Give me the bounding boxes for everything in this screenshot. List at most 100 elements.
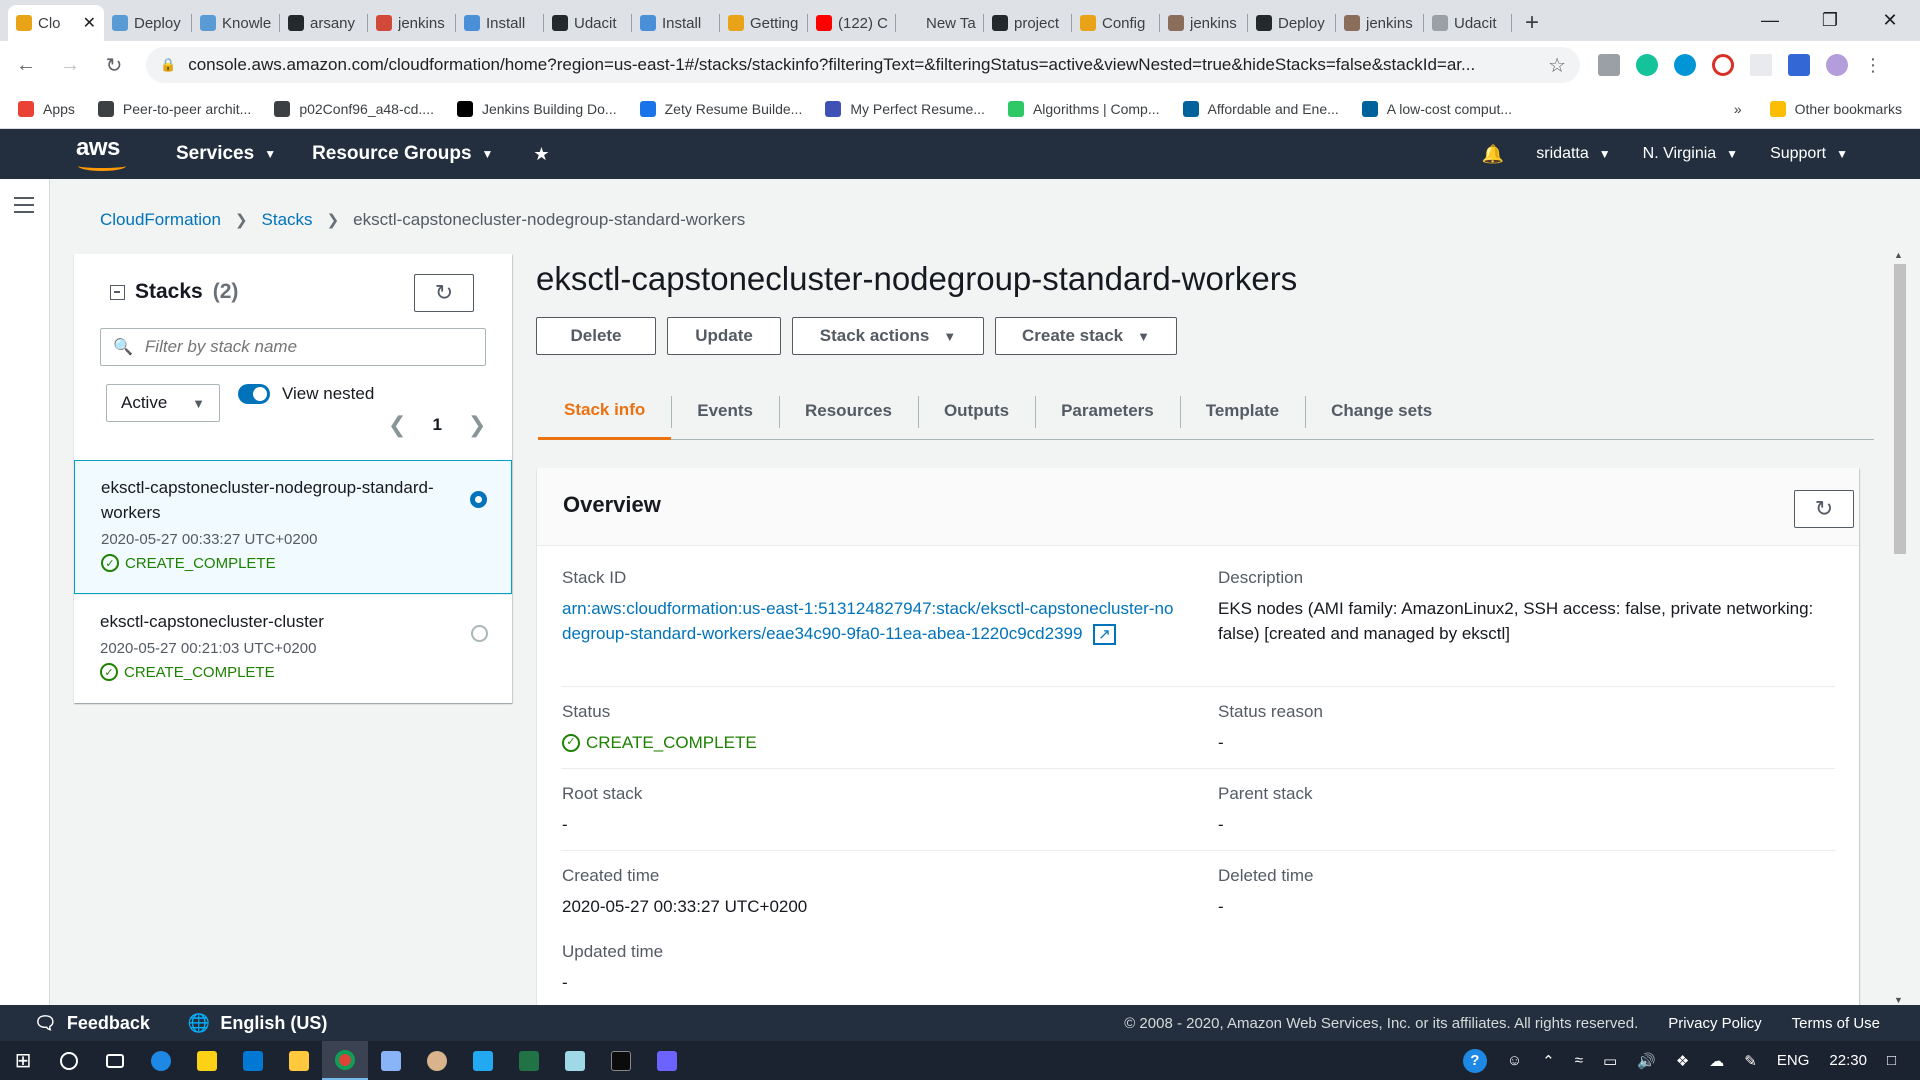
- tab-outputs[interactable]: Outputs: [917, 382, 1035, 440]
- create-stack-button[interactable]: Create stack ▼: [995, 317, 1177, 355]
- bookmark-item[interactable]: Apps: [18, 100, 75, 117]
- browser-tab[interactable]: project: [984, 5, 1072, 41]
- tab-events[interactable]: Events: [671, 382, 779, 440]
- extension-icon[interactable]: [1598, 54, 1620, 76]
- bookmark-item[interactable]: Zety Resume Builde...: [639, 100, 802, 117]
- tab-resources[interactable]: Resources: [779, 382, 918, 440]
- browser-tab[interactable]: Knowle: [192, 5, 280, 41]
- forward-icon[interactable]: →: [52, 47, 88, 83]
- bookmarks-overflow-icon[interactable]: »: [1734, 101, 1742, 117]
- support-menu[interactable]: Support ▼: [1770, 145, 1848, 163]
- bookmark-item[interactable]: A low-cost comput...: [1361, 100, 1512, 117]
- stack-list-item[interactable]: eksctl-capstonecluster-nodegroup-standar…: [74, 460, 512, 594]
- people-icon[interactable]: ☺: [1507, 1052, 1522, 1069]
- account-menu[interactable]: sridatta ▼: [1536, 145, 1610, 163]
- back-icon[interactable]: ←: [8, 47, 44, 83]
- browser-tab[interactable]: Deploy: [104, 5, 192, 41]
- terminal-icon[interactable]: [598, 1041, 644, 1080]
- browser-tab[interactable]: (122) C: [808, 5, 896, 41]
- tab-parameters[interactable]: Parameters: [1035, 382, 1180, 440]
- browser-tab[interactable]: arsany: [280, 5, 368, 41]
- tab-change-sets[interactable]: Change sets: [1305, 382, 1458, 440]
- browser-tab[interactable]: Deploy: [1248, 5, 1336, 41]
- aws-logo[interactable]: aws: [76, 134, 130, 174]
- bookmark-item[interactable]: Peer-to-peer archit...: [97, 100, 251, 117]
- vscode-icon[interactable]: [460, 1041, 506, 1080]
- view-nested-toggle[interactable]: View nested: [238, 384, 374, 404]
- browser-tab[interactable]: New Tab: [896, 5, 984, 41]
- services-menu[interactable]: Services ▼: [176, 143, 276, 165]
- page-scrollbar[interactable]: ▲ ▼: [1890, 250, 1908, 1005]
- clock[interactable]: 22:30: [1829, 1052, 1867, 1069]
- delete-button[interactable]: Delete: [536, 317, 656, 355]
- wifi-icon[interactable]: ≈: [1575, 1052, 1583, 1069]
- windows-start-icon[interactable]: ⊞: [0, 1041, 46, 1080]
- url-text[interactable]: console.aws.amazon.com/cloudformation/ho…: [188, 55, 1548, 75]
- resource-groups-menu[interactable]: Resource Groups ▼: [312, 143, 493, 165]
- excel-icon[interactable]: [506, 1041, 552, 1080]
- browser-tab[interactable]: Config: [1072, 5, 1160, 41]
- other-bookmarks[interactable]: Other bookmarks: [1769, 101, 1902, 117]
- reload-icon[interactable]: ↻: [96, 47, 132, 83]
- prev-page-icon[interactable]: ❮: [388, 412, 406, 438]
- maximize-icon[interactable]: ❐: [1800, 0, 1860, 41]
- stack-actions-button[interactable]: Stack actions ▼: [792, 317, 984, 355]
- menu-dots-icon[interactable]: ⋮: [1864, 54, 1882, 76]
- new-tab-button[interactable]: +: [1512, 5, 1552, 41]
- help-icon[interactable]: ?: [1462, 1048, 1487, 1073]
- browser-tab[interactable]: Install: [456, 5, 544, 41]
- bookmark-star-icon[interactable]: ☆: [1548, 53, 1566, 78]
- sticky-notes-icon[interactable]: [184, 1041, 230, 1080]
- battery-icon[interactable]: ▭: [1603, 1052, 1617, 1070]
- toggle-switch[interactable]: [238, 384, 270, 404]
- stack-filter-input[interactable]: [144, 337, 465, 357]
- address-bar[interactable]: 🔒 console.aws.amazon.com/cloudformation/…: [146, 47, 1580, 83]
- close-window-icon[interactable]: ✕: [1860, 0, 1920, 41]
- stack-filter-field[interactable]: 🔍: [100, 328, 486, 366]
- blocker-icon[interactable]: [1712, 54, 1734, 76]
- scroll-down-icon[interactable]: ▼: [1894, 995, 1903, 1005]
- notifications-bell-icon[interactable]: 🔔: [1482, 144, 1504, 165]
- status-filter-select[interactable]: Active ▼: [106, 384, 220, 422]
- feedback-link[interactable]: 🗨 Feedback: [34, 1013, 150, 1034]
- app-icon[interactable]: [552, 1041, 598, 1080]
- chrome-icon[interactable]: [322, 1041, 368, 1080]
- hamburger-menu-icon[interactable]: [14, 197, 34, 218]
- network-app-icon[interactable]: [644, 1041, 690, 1080]
- bookmark-item[interactable]: My Perfect Resume...: [825, 100, 985, 117]
- breadcrumb-stacks[interactable]: Stacks: [262, 210, 313, 230]
- stack-id-link[interactable]: arn:aws:cloudformation:us-east-1:5131248…: [562, 596, 1182, 647]
- tab-template[interactable]: Template: [1179, 382, 1305, 440]
- grammarly-icon[interactable]: [1636, 54, 1658, 76]
- dropbox-icon[interactable]: ❖: [1676, 1052, 1689, 1070]
- virtualbox-icon[interactable]: [368, 1041, 414, 1080]
- profile-avatar[interactable]: [1826, 54, 1848, 76]
- volume-icon[interactable]: 🔊: [1637, 1052, 1656, 1070]
- chevron-up-icon[interactable]: ⌃: [1542, 1052, 1555, 1070]
- scrollbar-thumb[interactable]: [1894, 264, 1906, 554]
- search-circle-icon[interactable]: [46, 1041, 92, 1080]
- page-icon[interactable]: [1750, 54, 1772, 76]
- current-page[interactable]: 1: [432, 415, 441, 435]
- notifications-icon[interactable]: □: [1887, 1052, 1896, 1069]
- browser-tab[interactable]: Getting: [720, 5, 808, 41]
- stack-id-value[interactable]: arn:aws:cloudformation:us-east-1:5131248…: [562, 599, 1173, 643]
- tab-stack-info[interactable]: Stack info: [538, 382, 672, 440]
- jenkins-icon[interactable]: [414, 1041, 460, 1080]
- browser-tab[interactable]: jenkins: [1336, 5, 1424, 41]
- input-language[interactable]: ENG: [1777, 1052, 1810, 1069]
- task-view-icon[interactable]: [92, 1041, 138, 1080]
- hp-icon[interactable]: [1674, 54, 1696, 76]
- update-button[interactable]: Update: [667, 317, 781, 355]
- pin-icon[interactable]: ★: [533, 144, 549, 165]
- close-tab-icon[interactable]: ✕: [83, 13, 96, 33]
- browser-tab[interactable]: jenkins: [368, 5, 456, 41]
- collapse-icon[interactable]: [110, 284, 125, 300]
- browser-tab[interactable]: jenkins: [1160, 5, 1248, 41]
- stack-select-radio[interactable]: [470, 491, 487, 508]
- file-explorer-icon[interactable]: [276, 1041, 322, 1080]
- terms-of-use-link[interactable]: Terms of Use: [1792, 1015, 1880, 1032]
- bookmark-item[interactable]: Algorithms | Comp...: [1007, 100, 1160, 117]
- pen-icon[interactable]: ✎: [1744, 1052, 1757, 1070]
- privacy-policy-link[interactable]: Privacy Policy: [1668, 1015, 1761, 1032]
